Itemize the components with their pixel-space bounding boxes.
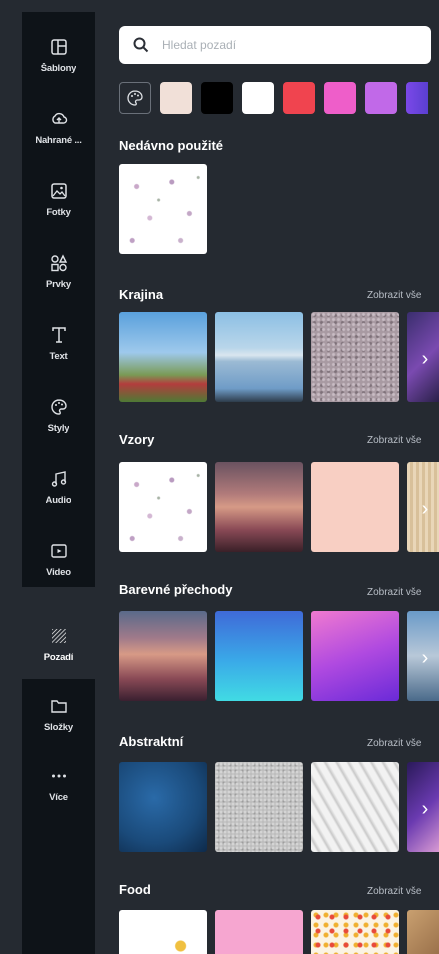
color-swatch[interactable] [283,82,315,114]
see-all-link[interactable]: Zobrazit vše [367,738,439,749]
palette-icon [49,397,69,417]
sidebar-item-templates[interactable]: Šablony [22,20,95,90]
sidebar-item-label: Styly [47,422,70,434]
sidebar-item-styles[interactable]: Styly [22,380,95,450]
sidebar-item-label: Fotky [46,206,71,218]
chevron-right-icon[interactable]: › [415,348,435,370]
color-swatch[interactable] [324,82,356,114]
background-thumbnail[interactable] [407,910,439,954]
see-all-link[interactable]: Zobrazit vše [367,435,439,446]
sidebar-item-label: Složky [44,721,73,733]
video-icon [49,541,69,561]
background-thumbnail[interactable] [119,462,207,552]
background-thumbnail[interactable] [215,910,303,954]
background-thumbnail[interactable] [215,462,303,552]
upload-cloud-icon [49,109,69,129]
sidebar-item-label: Nahrané ... [35,134,82,146]
section-title-gradients: Barevné přechody [119,582,233,597]
sidebar-item-audio[interactable]: Audio [22,452,95,522]
background-thumbnail[interactable] [215,312,303,402]
sidebar-item-label: Video [46,566,71,578]
sidebar-item-label: Audio [45,494,72,506]
chevron-right-icon[interactable]: › [415,647,435,669]
color-swatches: › [119,82,439,114]
sidebar-item-elements[interactable]: Prvky [22,236,95,306]
text-icon [49,325,69,345]
sidebar-item-label: Prvky [46,278,71,290]
patterns-thumbnails: › [119,462,439,552]
background-thumbnail[interactable] [311,910,399,954]
sidebar-item-background[interactable]: Pozadí [22,609,95,679]
color-palette-button[interactable] [119,82,151,114]
sidebar: Šablony Nahrané ... Fotky Prvky Text Sty… [22,12,95,954]
color-swatch[interactable] [242,82,274,114]
background-thumbnail[interactable] [311,611,399,701]
section-title-landscape: Krajina [119,287,164,302]
templates-icon [49,37,69,57]
photo-icon [49,181,69,201]
sidebar-item-label: Šablony [40,62,77,74]
see-all-link[interactable]: Zobrazit vše [367,587,439,598]
sidebar-item-folders[interactable]: Složky [22,679,95,749]
chevron-right-icon[interactable]: › [415,498,435,520]
section-title-recent: Nedávno použité [119,138,224,153]
sidebar-item-video[interactable]: Video [22,524,95,594]
color-swatch[interactable] [365,82,397,114]
sidebar-divider [22,587,95,609]
background-thumbnail[interactable] [311,312,399,402]
section-title-abstract: Abstraktní [119,734,184,749]
background-thumbnail[interactable] [215,762,303,852]
search-bar[interactable] [119,26,431,64]
section-title-patterns: Vzory [119,432,155,447]
sidebar-item-more[interactable]: Více [22,749,95,819]
background-thumbnail[interactable] [119,312,207,402]
background-pattern-icon [49,626,69,646]
color-swatch[interactable] [406,82,428,114]
see-all-link[interactable]: Zobrazit vše [367,886,439,897]
background-thumbnail[interactable] [119,611,207,701]
background-thumbnail[interactable] [311,762,399,852]
gradients-thumbnails: › [119,611,439,701]
sidebar-item-text[interactable]: Text [22,308,95,378]
background-panel: › Nedávno použité Krajina Zobrazit vše ›… [95,12,439,954]
music-note-icon [49,469,69,489]
landscape-thumbnails: › [119,312,439,402]
recent-thumbnails [119,164,439,254]
chevron-right-icon[interactable]: › [415,798,435,820]
search-icon [132,36,150,54]
palette-icon [127,90,143,106]
sidebar-item-label: Více [49,791,68,803]
app-frame: Šablony Nahrané ... Fotky Prvky Text Sty… [0,0,439,954]
folder-icon [49,696,69,716]
sidebar-item-photos[interactable]: Fotky [22,164,95,234]
color-swatch[interactable] [201,82,233,114]
background-thumbnail[interactable] [311,462,399,552]
section-title-food: Food [119,882,151,897]
search-input[interactable] [160,37,404,53]
see-all-link[interactable]: Zobrazit vše [367,290,439,301]
food-thumbnails [119,910,439,954]
sidebar-item-label: Pozadí [43,651,74,663]
color-swatch[interactable] [160,82,192,114]
sidebar-item-label: Text [49,350,68,362]
elements-icon [49,253,69,273]
background-thumbnail[interactable] [215,611,303,701]
background-thumbnail[interactable] [119,910,207,954]
more-dots-icon [49,766,69,786]
abstract-thumbnails: › [119,762,439,852]
background-thumbnail[interactable] [119,762,207,852]
sidebar-item-uploads[interactable]: Nahrané ... [22,92,95,162]
background-thumbnail[interactable] [119,164,207,254]
